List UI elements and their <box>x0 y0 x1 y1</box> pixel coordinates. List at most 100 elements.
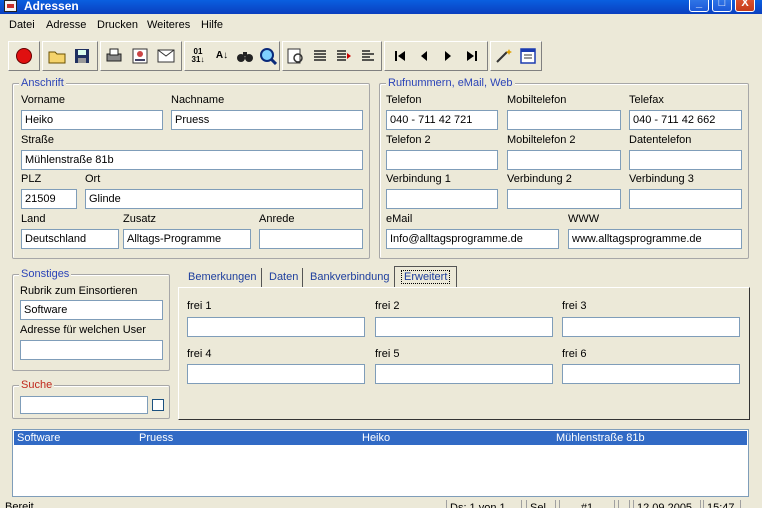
menu-adresse[interactable]: Adresse <box>46 19 86 31</box>
status-empty <box>618 500 630 508</box>
frei4-field[interactable] <box>187 364 365 384</box>
magic-wand-icon[interactable] <box>493 45 515 67</box>
toolbar-group-record <box>8 41 40 71</box>
menu-drucken[interactable]: Drucken <box>97 19 138 31</box>
list-row[interactable]: Software Pruess Heiko Mühlenstraße 81b <box>14 431 747 445</box>
ort-field[interactable]: Glinde <box>85 189 363 209</box>
toolbar-group-sort: 01 31↓ A↓ <box>184 41 280 71</box>
land-field[interactable]: Deutschland <box>21 229 119 249</box>
toolbar: 01 31↓ A↓ <box>8 40 748 72</box>
mobil-field[interactable] <box>507 110 621 130</box>
document-window-icon[interactable] <box>517 45 539 67</box>
telefon-field[interactable]: 040 - 711 42 721 <box>386 110 498 130</box>
frei2-label: frei 2 <box>375 300 400 312</box>
datentelefon-field[interactable] <box>629 150 742 170</box>
rubrik-label: Rubrik zum Einsortieren <box>20 285 138 297</box>
last-record-icon[interactable] <box>461 45 483 67</box>
user-label: Adresse für welchen User <box>20 324 146 336</box>
list-lines-icon[interactable] <box>309 45 331 67</box>
www-field[interactable]: www.alltagsprogramme.de <box>568 229 742 249</box>
frei1-label: frei 1 <box>187 300 212 312</box>
print-icon[interactable] <box>103 45 125 67</box>
frei3-field[interactable] <box>562 317 740 337</box>
kontakt-group: Rufnummern, eMail, Web Telefon 040 - 711… <box>379 77 749 259</box>
list-arrow-icon[interactable] <box>333 45 355 67</box>
envelope-icon[interactable] <box>155 45 177 67</box>
sort-numeric-icon[interactable]: 01 31↓ <box>187 45 209 67</box>
anrede-label: Anrede <box>259 213 295 225</box>
zusatz-field[interactable]: Alltags-Programme <box>123 229 251 249</box>
strasse-label: Straße <box>21 134 55 146</box>
vorname-label: Vorname <box>21 94 66 106</box>
mobil-label: Mobiltelefon <box>507 94 567 106</box>
binoculars-icon[interactable] <box>234 45 256 67</box>
anschrift-legend: Anschrift <box>19 77 66 90</box>
datentelefon-label: Datentelefon <box>629 134 692 146</box>
window-title: Adressen <box>24 0 79 13</box>
save-icon[interactable] <box>71 45 93 67</box>
suche-checkbox[interactable] <box>152 399 164 411</box>
open-folder-icon[interactable] <box>46 45 68 67</box>
sort-alpha-icon[interactable]: A↓ <box>211 45 233 67</box>
nachname-field[interactable]: Pruess <box>171 110 363 130</box>
telefax-field[interactable]: 040 - 711 42 662 <box>629 110 742 130</box>
status-number: #1 <box>559 500 615 508</box>
toolbar-group-navigation <box>384 41 488 71</box>
anrede-field[interactable] <box>259 229 363 249</box>
verbindung2-label: Verbindung 2 <box>507 173 572 185</box>
maximize-button[interactable]: □ <box>712 0 732 12</box>
address-card-icon[interactable] <box>129 45 151 67</box>
frei2-field[interactable] <box>375 317 553 337</box>
verbindung2-field[interactable] <box>507 189 621 209</box>
list-cell-vorname: Heiko <box>362 432 391 444</box>
mobil2-field[interactable] <box>507 150 621 170</box>
frei5-label: frei 5 <box>375 348 400 360</box>
vorname-field[interactable]: Heiko <box>21 110 163 130</box>
email-label: eMail <box>386 213 413 225</box>
frei3-label: frei 3 <box>562 300 587 312</box>
menu-datei[interactable]: Datei <box>9 19 35 31</box>
frei1-field[interactable] <box>187 317 365 337</box>
strasse-field[interactable]: Mühlenstraße 81b <box>21 150 363 170</box>
suche-input[interactable] <box>20 396 148 414</box>
frei5-field[interactable] <box>375 364 553 384</box>
list-short-icon[interactable] <box>357 45 379 67</box>
list-cell-name: Pruess <box>139 432 174 444</box>
nachname-label: Nachname <box>171 94 225 106</box>
frei6-field[interactable] <box>562 364 740 384</box>
preview-icon[interactable] <box>285 45 307 67</box>
status-bar: Bereit Ds: 1 von 1 Sel #1 12.09.2005 15:… <box>0 500 762 508</box>
user-field[interactable] <box>20 340 163 360</box>
tab-erweitert[interactable]: Erweitert <box>394 266 458 288</box>
close-button[interactable]: X <box>735 0 755 12</box>
verbindung1-field[interactable] <box>386 189 498 209</box>
tab-bankverbindung[interactable]: Bankverbindung <box>306 268 394 288</box>
tab-daten[interactable]: Daten <box>265 268 304 288</box>
address-list[interactable]: Software Pruess Heiko Mühlenstraße 81b <box>12 429 749 497</box>
app-icon <box>4 0 17 12</box>
menu-hilfe[interactable]: Hilfe <box>201 19 223 31</box>
list-cell-strasse: Mühlenstraße 81b <box>556 432 645 444</box>
minimize-button[interactable]: _ <box>689 0 709 12</box>
previous-record-icon[interactable] <box>413 45 435 67</box>
record-icon[interactable] <box>13 45 35 67</box>
search-magnifier-icon[interactable] <box>257 45 279 67</box>
status-sel: Sel <box>526 500 556 508</box>
zusatz-label: Zusatz <box>123 213 157 225</box>
kontakt-legend: Rufnummern, eMail, Web <box>386 77 515 90</box>
frei4-label: frei 4 <box>187 348 212 360</box>
first-record-icon[interactable] <box>389 45 411 67</box>
suche-group: Suche <box>12 379 170 419</box>
email-field[interactable]: Info@alltagsprogramme.de <box>386 229 559 249</box>
verbindung1-label: Verbindung 1 <box>386 173 451 185</box>
list-cell-rubrik: Software <box>17 432 61 444</box>
verbindung3-field[interactable] <box>629 189 742 209</box>
frei6-label: frei 6 <box>562 348 587 360</box>
telefon2-field[interactable] <box>386 150 498 170</box>
next-record-icon[interactable] <box>437 45 459 67</box>
tab-bemerkungen[interactable]: Bemerkungen <box>184 268 262 288</box>
tab-erweitert-label: Erweitert <box>401 270 451 284</box>
rubrik-field[interactable]: Software <box>20 300 163 320</box>
menu-weiteres[interactable]: Weiteres <box>147 19 190 31</box>
plz-field[interactable]: 21509 <box>21 189 77 209</box>
